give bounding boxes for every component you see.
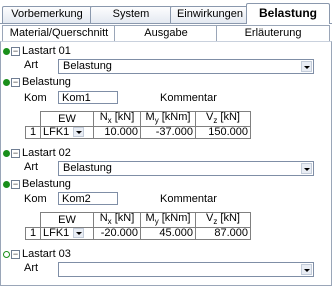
status-dot-icon (3, 181, 10, 188)
cell-nx[interactable]: 10.000 (93, 126, 141, 140)
kom-input-1[interactable]: Kom1 (58, 91, 118, 104)
art-select-02[interactable]: Belastung (58, 161, 314, 176)
collapse-toggle-icon[interactable]: − (11, 149, 20, 158)
tab-material-querschnitt[interactable]: Material/Querschnitt (2, 25, 116, 42)
section-title-lastart02: Lastart 02 (22, 147, 71, 159)
status-dot-icon (3, 150, 10, 157)
tab-erlaeuterung[interactable]: Erläuterung (216, 25, 330, 42)
status-dot-empty-icon (3, 251, 10, 258)
cell-vz[interactable]: 87.000 (195, 227, 251, 241)
tab-system[interactable]: System (90, 6, 172, 23)
art-value: Belastung (63, 162, 112, 174)
collapse-toggle-icon[interactable]: − (11, 180, 20, 189)
tab-einwirkungen[interactable]: Einwirkungen (170, 6, 250, 23)
art-label: Art (24, 262, 39, 274)
chevron-down-icon[interactable] (73, 228, 85, 239)
collapse-toggle-icon[interactable]: − (11, 250, 20, 259)
column-header-nx: Nx [kN] (93, 110, 141, 128)
kom-label: Kom (24, 193, 47, 205)
cell-ew[interactable]: LFK1 (40, 227, 94, 241)
column-header-ew: EW (40, 110, 94, 128)
load-table-2: EW Nx [kN] My [kNm] Vz [kN] 1 LFK1 -20.0… (25, 211, 251, 241)
status-dot-icon (3, 48, 10, 55)
kom-input-2[interactable]: Kom2 (58, 192, 118, 205)
art-select-03[interactable] (58, 262, 314, 277)
section-title-belastung1: Belastung (22, 76, 71, 88)
tab-vorbemerkung[interactable]: Vorbemerkung (2, 6, 92, 23)
row-number: 1 (25, 126, 41, 140)
tab-ausgabe[interactable]: Ausgabe (114, 25, 218, 42)
table-row[interactable]: 1 LFK1 -20.000 45.000 87.000 (25, 227, 251, 241)
load-table-1: EW Nx [kN] My [kNm] Vz [kN] 1 LFK1 10.00… (25, 110, 251, 140)
row-number: 1 (25, 227, 41, 241)
tab-bar-top: Vorbemerkung System Einwirkungen Belastu… (0, 0, 332, 24)
chevron-down-icon[interactable] (301, 61, 312, 72)
chevron-down-icon[interactable] (301, 163, 312, 174)
cell-nx[interactable]: -20.000 (93, 227, 141, 241)
section-title-lastart01: Lastart 01 (22, 45, 71, 57)
collapse-toggle-icon[interactable]: − (11, 78, 20, 87)
column-header-nx: Nx [kN] (93, 211, 141, 229)
art-label: Art (24, 59, 39, 71)
kommentar-label: Kommentar (160, 193, 217, 205)
column-header-my: My [kNm] (140, 110, 196, 128)
tab-bar-bottom: Material/Querschnitt Ausgabe Erläuterung (0, 23, 332, 42)
table-header-row: EW Nx [kN] My [kNm] Vz [kN] (26, 211, 251, 229)
kom-label: Kom (24, 92, 47, 104)
column-header-ew: EW (40, 211, 94, 229)
art-select-01[interactable]: Belastung (58, 59, 314, 74)
status-dot-icon (3, 79, 10, 86)
column-header-vz: Vz [kN] (195, 110, 251, 128)
cell-my[interactable]: -37.000 (140, 126, 196, 140)
collapse-toggle-icon[interactable]: − (11, 47, 20, 56)
table-header-row: EW Nx [kN] My [kNm] Vz [kN] (26, 110, 251, 128)
chevron-down-icon[interactable] (301, 264, 312, 275)
art-value: Belastung (63, 60, 112, 72)
column-header-vz: Vz [kN] (195, 211, 251, 229)
column-header-my: My [kNm] (140, 211, 196, 229)
section-title-belastung2: Belastung (22, 178, 71, 190)
table-row[interactable]: 1 LFK1 10.000 -37.000 150.000 (25, 126, 251, 140)
cell-ew[interactable]: LFK1 (40, 126, 94, 140)
section-title-lastart03: Lastart 03 (22, 248, 71, 260)
kommentar-label: Kommentar (160, 92, 217, 104)
cell-vz[interactable]: 150.000 (195, 126, 251, 140)
cell-my[interactable]: 45.000 (140, 227, 196, 241)
art-label: Art (24, 161, 39, 173)
tab-belastung[interactable]: Belastung (246, 3, 330, 24)
chevron-down-icon[interactable] (73, 127, 85, 138)
